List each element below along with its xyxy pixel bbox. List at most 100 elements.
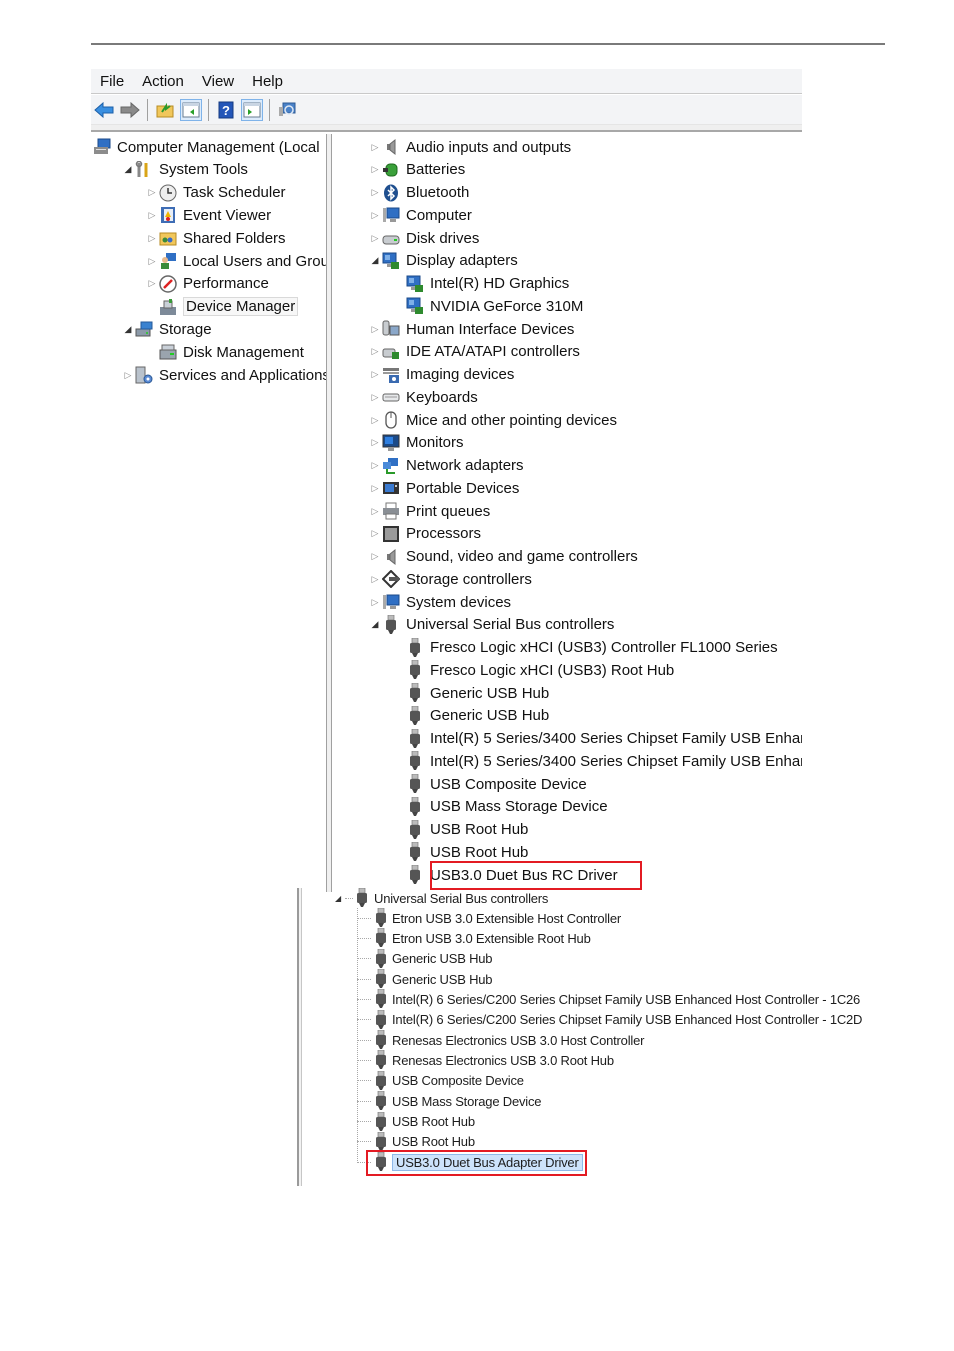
scan-hardware-button[interactable] [276, 99, 298, 121]
console-tree-item[interactable]: Device Manager [145, 296, 299, 318]
expand-arrow-icon[interactable]: ▷ [368, 210, 382, 221]
device-item[interactable]: USB Root Hub [392, 841, 528, 863]
collapse-arrow-icon[interactable]: ◢ [368, 255, 382, 266]
device-item[interactable]: Fresco Logic xHCI (USB3) Controller FL10… [392, 637, 778, 659]
console-tree-item[interactable]: ▷ Task Scheduler [145, 182, 286, 204]
up-folder-button[interactable] [154, 99, 176, 121]
collapse-arrow-icon[interactable]: ◢ [368, 619, 382, 630]
expand-arrow-icon[interactable]: ▷ [368, 392, 382, 403]
device-item[interactable]: USB Mass Storage Device [392, 796, 608, 818]
usb-device-item[interactable]: Intel(R) 6 Series/C200 Series Chipset Fa… [357, 989, 860, 1009]
expand-arrow-icon[interactable]: ▷ [368, 369, 382, 380]
usb-device-item[interactable]: Generic USB Hub [357, 948, 493, 969]
expand-arrow-icon[interactable]: ▷ [368, 233, 382, 244]
console-tree-item[interactable]: ◢ System Tools [121, 159, 248, 181]
show-hide-console-tree-button[interactable] [180, 98, 202, 121]
device-category[interactable]: ▷ Computer [368, 204, 472, 226]
expand-arrow-icon[interactable]: ▷ [368, 574, 382, 585]
device-category[interactable]: ▷ Storage controllers [368, 568, 532, 590]
expand-arrow-icon[interactable]: ▷ [368, 415, 382, 426]
device-item[interactable]: Intel(R) 5 Series/3400 Series Chipset Fa… [392, 750, 802, 772]
forward-arrow-button[interactable] [119, 99, 141, 121]
device-category[interactable]: ▷ Monitors [368, 432, 464, 454]
usb-device-item[interactable]: USB Root Hub [357, 1111, 475, 1132]
toolbar-divider [91, 125, 802, 132]
device-category[interactable]: ▷ Portable Devices [368, 477, 520, 499]
console-tree-item[interactable]: ▷ Performance [145, 273, 269, 295]
menu-action[interactable]: Action [142, 73, 184, 90]
collapse-arrow-icon[interactable]: ◢ [121, 324, 135, 335]
expand-arrow-icon[interactable]: ▷ [368, 528, 382, 539]
show-hide-action-pane-button[interactable] [241, 98, 263, 121]
usb-device-item[interactable]: USB Mass Storage Device [357, 1091, 541, 1111]
expand-arrow-icon[interactable]: ▷ [145, 278, 159, 289]
expand-arrow-icon[interactable]: ▷ [368, 142, 382, 153]
expand-arrow-icon[interactable]: ▷ [121, 370, 135, 381]
menu-view[interactable]: View [202, 73, 234, 90]
usb-device-item[interactable]: USB Composite Device [357, 1070, 524, 1091]
help-button[interactable]: ? [215, 99, 237, 121]
usb-device-item[interactable]: USB Root Hub [357, 1131, 475, 1152]
expand-arrow-icon[interactable]: ▷ [368, 551, 382, 562]
device-item[interactable]: Fresco Logic xHCI (USB3) Root Hub [392, 659, 674, 681]
usb-controllers-category[interactable]: ◢ Universal Serial Bus controllers [335, 888, 548, 908]
expand-arrow-icon[interactable]: ▷ [368, 164, 382, 175]
expand-arrow-icon[interactable]: ▷ [368, 506, 382, 517]
expand-arrow-icon[interactable]: ▷ [368, 187, 382, 198]
device-item[interactable]: Intel(R) 5 Series/3400 Series Chipset Fa… [392, 728, 802, 750]
expand-arrow-icon[interactable]: ▷ [368, 597, 382, 608]
device-category[interactable]: ▷ Print queues [368, 500, 490, 522]
device-item[interactable]: USB Composite Device [392, 773, 587, 795]
console-tree-item[interactable]: ▷ Shared Folders [145, 227, 286, 249]
device-category[interactable]: ▷ Human Interface Devices [368, 318, 574, 340]
usb-icon [406, 683, 424, 702]
usb-device-item[interactable]: Generic USB Hub [357, 969, 493, 989]
device-category[interactable]: ▷ Bluetooth [368, 182, 469, 204]
device-category[interactable]: ◢ Display adapters [368, 250, 518, 272]
back-arrow-button[interactable] [93, 99, 115, 121]
expand-arrow-icon[interactable]: ▷ [145, 210, 159, 221]
menu-file[interactable]: File [100, 73, 124, 90]
collapse-arrow-icon[interactable]: ◢ [121, 164, 135, 175]
device-item[interactable]: USB Root Hub [392, 819, 528, 841]
device-category[interactable]: ▷ Sound, video and game controllers [368, 546, 638, 568]
usb-device-item[interactable]: Etron USB 3.0 Extensible Root Hub [357, 928, 591, 948]
console-tree-item[interactable]: Disk Management [145, 341, 304, 363]
device-category[interactable]: ▷ Mice and other pointing devices [368, 409, 617, 431]
collapse-arrow-icon[interactable]: ◢ [335, 894, 345, 903]
expand-arrow-icon[interactable]: ▷ [368, 346, 382, 357]
usb-device-item[interactable]: Renesas Electronics USB 3.0 Root Hub [357, 1050, 614, 1070]
device-item[interactable]: Generic USB Hub [392, 705, 549, 727]
console-tree-item[interactable]: ▷ Services and Applications [121, 364, 326, 386]
expand-arrow-icon[interactable]: ▷ [368, 483, 382, 494]
expand-arrow-icon[interactable]: ▷ [368, 460, 382, 471]
expand-arrow-icon[interactable]: ▷ [145, 233, 159, 244]
device-category[interactable]: ◢ Universal Serial Bus controllers [368, 614, 614, 636]
expand-arrow-icon[interactable]: ▷ [368, 437, 382, 448]
console-tree-item[interactable]: Computer Management (Local [91, 136, 320, 158]
device-category[interactable]: ▷ IDE ATA/ATAPI controllers [368, 341, 580, 363]
menu-help[interactable]: Help [252, 73, 283, 90]
device-category[interactable]: ▷ Network adapters [368, 455, 524, 477]
expand-arrow-icon[interactable]: ▷ [145, 256, 159, 267]
console-tree-item[interactable]: ▷ Event Viewer [145, 204, 272, 226]
expand-arrow-icon[interactable]: ▷ [368, 324, 382, 335]
device-item[interactable]: Generic USB Hub [392, 682, 549, 704]
device-category[interactable]: ▷ Imaging devices [368, 364, 515, 386]
expand-arrow-icon[interactable]: ▷ [145, 187, 159, 198]
console-tree-item[interactable]: ◢ Storage [121, 318, 212, 340]
processor-icon [382, 525, 400, 543]
device-category[interactable]: ▷ Audio inputs and outputs [368, 136, 572, 158]
device-category[interactable]: ▷ Keyboards [368, 386, 478, 408]
device-item[interactable]: Intel(R) HD Graphics [392, 273, 569, 295]
usb-device-item[interactable]: Renesas Electronics USB 3.0 Host Control… [357, 1030, 644, 1050]
device-category[interactable]: ▷ System devices [368, 591, 512, 613]
device-category[interactable]: ▷ Batteries [368, 159, 466, 181]
console-tree-item[interactable]: ▷ Local Users and Groups [145, 250, 326, 272]
tree-item-label: Event Viewer [183, 206, 272, 224]
device-category[interactable]: ▷ Processors [368, 523, 482, 545]
usb-device-item[interactable]: Etron USB 3.0 Extensible Host Controller [357, 908, 621, 928]
device-item[interactable]: NVIDIA GeForce 310M [392, 295, 583, 317]
usb-device-item[interactable]: Intel(R) 6 Series/C200 Series Chipset Fa… [357, 1009, 862, 1030]
device-category[interactable]: ▷ Disk drives [368, 227, 480, 249]
